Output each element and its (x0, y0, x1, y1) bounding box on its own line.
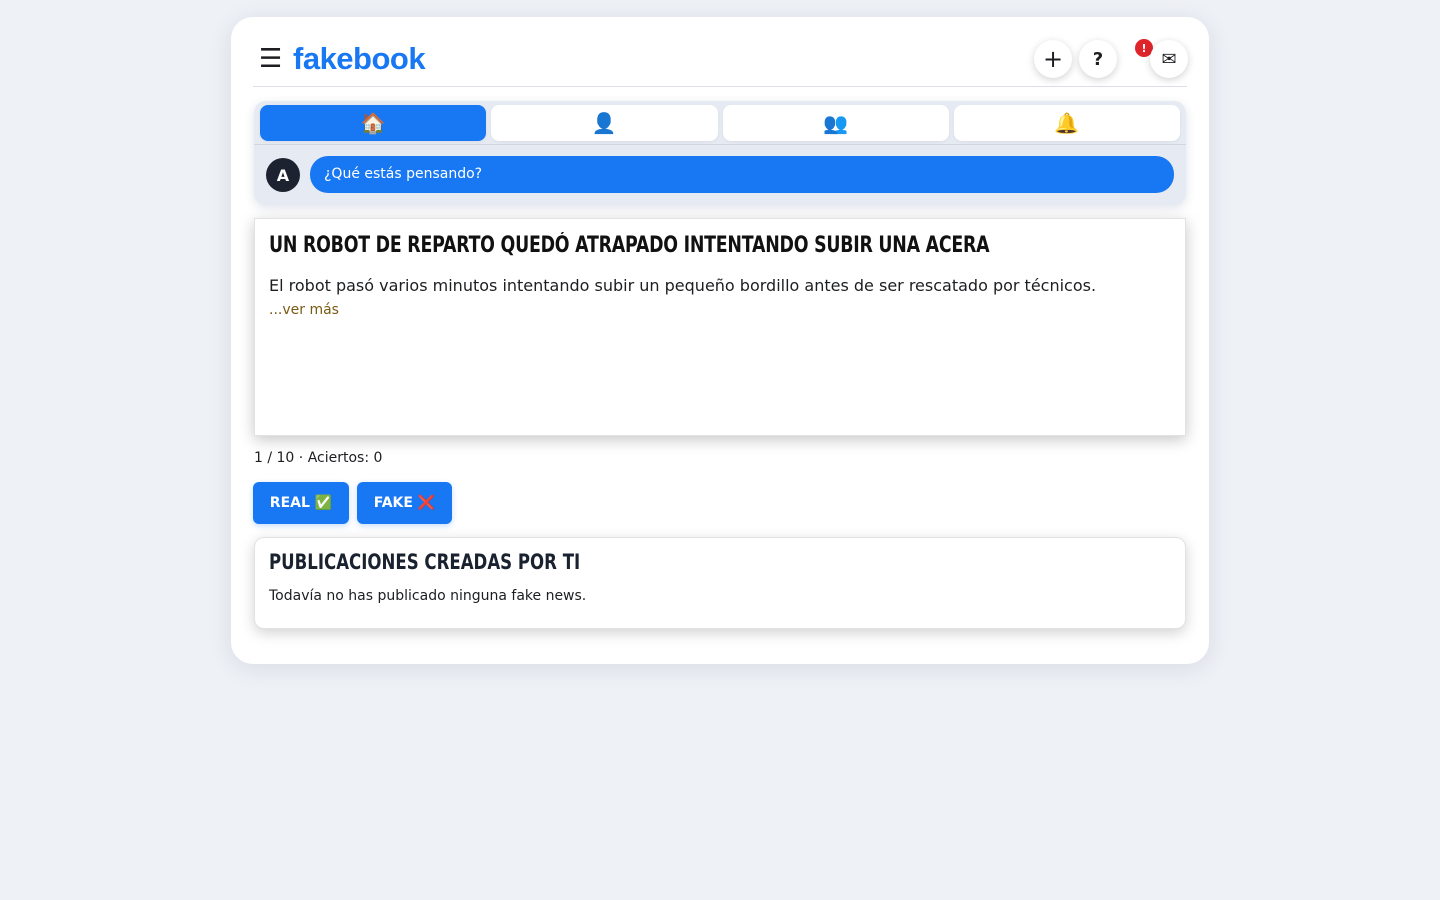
composer-panel: 🏠 👤 👥 🔔 A ¿Qué estás pensando? (254, 101, 1186, 205)
logo: fakebook (293, 41, 426, 76)
post-body: El robot pasó varios minutos intentando … (269, 276, 1097, 295)
my-posts-card: PUBLICACIONES CREADAS POR TI Todavía no … (254, 537, 1186, 629)
plus-icon: + (1042, 45, 1064, 73)
top-header: ☰ fakebook + ? ! ✉ (253, 39, 1188, 87)
mail-icon: ✉ (1161, 48, 1177, 70)
bell-icon: 🔔 (1054, 111, 1080, 135)
status-input[interactable]: ¿Qué estás pensando? (310, 156, 1174, 193)
fake-button[interactable]: FAKE ❌ (357, 482, 452, 524)
app-container: ☰ fakebook + ? ! ✉ 🏠 👤 👥 🔔 A ¿Qué estás … (231, 17, 1209, 664)
my-posts-title: PUBLICACIONES CREADAS POR TI (269, 550, 581, 574)
see-more-link[interactable]: ...ver más (269, 302, 339, 318)
profile-icon: 👤 (591, 111, 617, 135)
news-post-card: UN ROBOT DE REPARTO QUEDÓ ATRAPADO INTEN… (254, 218, 1186, 436)
my-posts-empty-text: Todavía no has publicado ninguna fake ne… (269, 588, 587, 604)
messages-button[interactable]: ✉ (1150, 40, 1188, 78)
post-title: UN ROBOT DE REPARTO QUEDÓ ATRAPADO INTEN… (269, 233, 990, 258)
quiz-counter: 1 / 10 · Aciertos: 0 (254, 450, 383, 466)
help-button[interactable]: ? (1079, 40, 1117, 78)
avatar[interactable]: A (266, 158, 300, 192)
nav-tabs: 🏠 👤 👥 🔔 (260, 105, 1180, 141)
friends-icon: 👥 (823, 111, 849, 135)
create-button[interactable]: + (1034, 40, 1072, 78)
menu-icon[interactable]: ☰ (259, 45, 282, 73)
tab-friends[interactable]: 👥 (722, 105, 949, 141)
tab-home[interactable]: 🏠 (260, 105, 487, 141)
help-icon: ? (1092, 48, 1104, 70)
divider (254, 144, 1186, 145)
tab-notifications[interactable]: 🔔 (953, 105, 1180, 141)
real-button[interactable]: REAL ✅ (253, 482, 349, 524)
home-icon: 🏠 (360, 111, 386, 135)
tab-profile[interactable]: 👤 (491, 105, 718, 141)
